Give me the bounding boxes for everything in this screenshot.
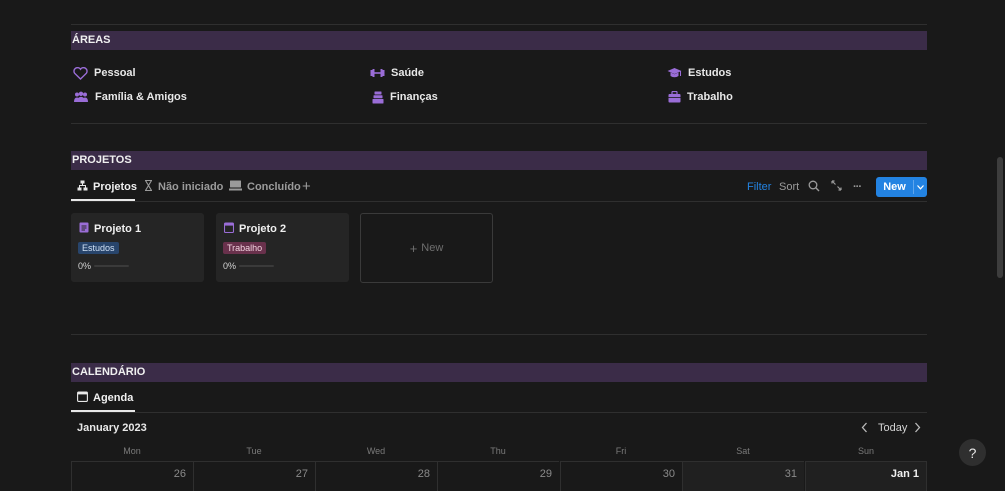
computer-icon [229, 180, 242, 194]
calendar-day-cell[interactable]: 26 [71, 461, 193, 491]
tab-label: Não iniciado [158, 181, 224, 193]
month-label: January 2023 [77, 422, 147, 434]
next-month-button[interactable] [914, 422, 921, 436]
project-card[interactable]: Projeto 1 Estudos 0% [71, 213, 204, 282]
dumbbell-icon [370, 67, 385, 79]
area-label: Trabalho [687, 91, 733, 103]
new-button-group: New [876, 177, 927, 197]
progress-bar [239, 265, 275, 267]
area-pessoal[interactable]: Pessoal [73, 65, 136, 81]
search-icon [808, 180, 820, 195]
weekday-label: Fri [615, 446, 627, 456]
progress-label: 0% [78, 261, 92, 271]
day-number: 29 [539, 468, 552, 480]
tag-estudos: Estudos [78, 242, 119, 254]
areas-header: ÁREAS [71, 31, 927, 50]
day-number: 28 [417, 468, 430, 480]
new-dropdown-button[interactable] [914, 177, 927, 197]
card-title: Projeto 2 [239, 223, 287, 235]
area-trabalho[interactable]: Trabalho [668, 89, 733, 105]
scrollbar-thumb[interactable] [997, 157, 1003, 278]
top-divider [71, 24, 927, 25]
tag-trabalho: Trabalho [223, 242, 267, 254]
progress-row: 0% [223, 261, 275, 271]
area-financas[interactable]: Finanças [372, 89, 438, 105]
people-icon [73, 91, 89, 103]
progress-label: 0% [223, 261, 237, 271]
area-label: Saúde [391, 67, 425, 79]
day-number: Jan 1 [890, 468, 919, 480]
expand-button[interactable] [831, 180, 842, 194]
project-card[interactable]: Projeto 2 Trabalho 0% [216, 213, 349, 282]
weekday-label: Mon [123, 446, 141, 456]
tab-label: Agenda [93, 392, 134, 404]
area-label: Família & Amigos [95, 91, 187, 103]
today-button[interactable]: Today [878, 422, 907, 434]
tab-agenda[interactable]: Agenda [77, 388, 133, 408]
tab-label: Concluído [247, 181, 301, 193]
search-button[interactable] [808, 180, 820, 194]
calendar-icon [77, 391, 88, 405]
chevron-left-icon [861, 422, 868, 436]
graduation-cap-icon [667, 67, 682, 79]
expand-arrows-icon [831, 180, 842, 194]
plus-icon: + [409, 240, 418, 256]
weekday-label: Wed [366, 446, 386, 456]
progress-row: 0% [78, 261, 130, 271]
calendar-day-cell[interactable]: 30 [560, 461, 682, 491]
new-card-button[interactable]: + New [360, 213, 493, 283]
chevron-down-icon [917, 181, 924, 193]
day-number: 31 [784, 468, 797, 480]
tab-nao-iniciado[interactable]: Não iniciado [144, 177, 223, 197]
area-label: Estudos [688, 67, 732, 79]
day-number: 26 [173, 468, 186, 480]
projects-tabs-divider [71, 201, 927, 202]
new-button[interactable]: New [876, 177, 913, 197]
areas-divider [71, 123, 927, 124]
area-label: Finanças [390, 91, 438, 103]
weekday-label: Sun [857, 446, 874, 456]
new-card-label: New [421, 242, 444, 254]
card-title-row: Projeto 2 [223, 222, 287, 236]
calendar-header: CALENDÁRIO [71, 363, 927, 382]
area-estudos[interactable]: Estudos [667, 65, 731, 81]
projects-header: PROJETOS [71, 151, 927, 170]
hourglass-icon [144, 179, 153, 194]
progress-bar [94, 265, 130, 267]
calendar-day-cell[interactable]: 29 [437, 461, 559, 491]
area-familia[interactable]: Família & Amigos [73, 89, 187, 105]
calendar-page-icon [223, 222, 235, 236]
calendar-day-cell-weekend[interactable]: Jan 1 [805, 461, 927, 491]
day-number: 27 [295, 468, 308, 480]
page-icon [79, 222, 89, 236]
help-button[interactable]: ? [959, 439, 986, 466]
money-stack-icon [372, 91, 384, 104]
sort-button[interactable]: Sort [779, 180, 799, 194]
weekday-label: Sat [736, 446, 750, 456]
calendar-day-cell[interactable]: 27 [193, 461, 315, 491]
add-view-button[interactable]: + [302, 176, 311, 196]
hierarchy-icon [77, 180, 88, 194]
weekday-label: Thu [490, 446, 506, 456]
tab-label: Projetos [93, 181, 138, 193]
chevron-right-icon [914, 422, 921, 436]
tab-concluido[interactable]: Concluído [229, 177, 301, 197]
calendar-day-cell[interactable]: 28 [315, 461, 437, 491]
briefcase-icon [668, 91, 681, 103]
prev-month-button[interactable] [861, 422, 868, 436]
area-saude[interactable]: Saúde [370, 65, 424, 81]
projects-divider [71, 334, 927, 335]
filter-button[interactable]: Filter [747, 180, 771, 194]
weekday-label: Tue [246, 446, 262, 456]
more-options-button[interactable]: ··· [853, 180, 862, 194]
card-title-row: Projeto 1 [79, 222, 141, 236]
heart-icon [73, 66, 88, 80]
tab-projetos[interactable]: Projetos [77, 177, 137, 197]
card-title: Projeto 1 [94, 223, 142, 235]
calendar-tabs-divider [71, 412, 927, 413]
day-number: 30 [662, 468, 675, 480]
calendar-day-cell-weekend[interactable]: 31 [682, 461, 804, 491]
area-label: Pessoal [94, 67, 136, 79]
